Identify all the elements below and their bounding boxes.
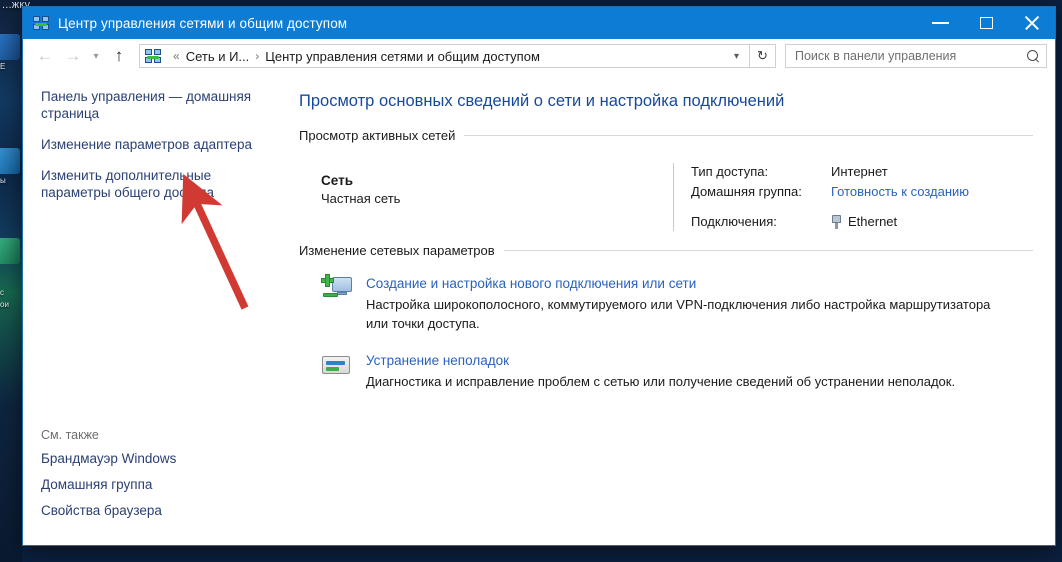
see-also-section: См. также Брандмауэр Windows Домашняя гр… xyxy=(41,428,275,545)
back-button[interactable]: ← xyxy=(31,42,59,70)
back-arrow-icon: ← xyxy=(36,46,54,65)
active-networks-label: Просмотр активных сетей xyxy=(299,128,456,143)
change-settings-header: Изменение сетевых параметров xyxy=(299,243,1033,258)
access-type-value: Интернет xyxy=(831,164,888,179)
minimize-icon xyxy=(931,22,949,24)
chevron-down-icon[interactable]: ▾ xyxy=(724,51,749,62)
close-button[interactable] xyxy=(1009,7,1055,39)
network-sharing-icon xyxy=(145,48,161,64)
task-new-connection[interactable]: Создание и настройка нового подключения … xyxy=(321,274,1033,333)
desktop-icon[interactable] xyxy=(0,238,20,264)
troubleshoot-icon xyxy=(321,351,353,381)
address-bar[interactable]: « Сеть и И... › Центр управления сетями … xyxy=(139,44,750,68)
active-networks-header: Просмотр активных сетей xyxy=(299,128,1033,143)
sidebar-item-change-advanced-sharing-settings[interactable]: Изменить дополнительные параметры общего… xyxy=(41,167,256,201)
page-title: Просмотр основных сведений о сети и наст… xyxy=(299,92,785,110)
see-also-item-windows-firewall[interactable]: Брандмауэр Windows xyxy=(41,451,275,467)
task-new-connection-link[interactable]: Создание и настройка нового подключения … xyxy=(366,276,696,291)
breadcrumb-parent[interactable]: Сеть и И... xyxy=(186,49,250,64)
forward-arrow-icon: → xyxy=(64,46,82,65)
close-icon xyxy=(1024,15,1040,31)
task-troubleshoot-description: Диагностика и исправление проблем с сеть… xyxy=(366,374,956,389)
sidebar-item-control-panel-home[interactable]: Панель управления — домашняя страница xyxy=(41,88,256,122)
network-name: Сеть xyxy=(321,173,353,188)
details-row-gap xyxy=(691,203,1033,211)
network-sharing-icon xyxy=(33,15,49,31)
see-also-item-internet-options[interactable]: Свойства браузера xyxy=(41,503,275,519)
window-titlebar[interactable]: Центр управления сетями и общим доступом xyxy=(23,7,1055,39)
refresh-button[interactable]: ↻ xyxy=(750,44,776,68)
window-title: Центр управления сетями и общим доступом xyxy=(58,15,348,31)
task-troubleshoot-link[interactable]: Устранение неполадок xyxy=(366,353,509,368)
search-icon[interactable] xyxy=(1027,49,1040,63)
connections-label: Подключения: xyxy=(691,214,777,229)
control-panel-window: Центр управления сетями и общим доступом… xyxy=(22,6,1056,546)
search-box[interactable] xyxy=(785,44,1047,68)
ethernet-link[interactable]: Ethernet xyxy=(848,213,897,231)
chevron-down-icon: ▾ xyxy=(93,50,99,62)
refresh-icon: ↻ xyxy=(757,48,768,63)
change-settings-label: Изменение сетевых параметров xyxy=(299,243,495,258)
desktop-icon[interactable] xyxy=(0,148,20,174)
ethernet-icon xyxy=(831,215,842,229)
desktop-icon-label: ы xyxy=(0,176,6,185)
maximize-button[interactable] xyxy=(963,7,1009,39)
homegroup-label: Домашняя группа: xyxy=(691,184,802,199)
access-type-label: Тип доступа: xyxy=(691,164,769,179)
section-divider xyxy=(464,135,1033,136)
connections-value: Ethernet xyxy=(831,213,1033,231)
new-connection-icon xyxy=(321,274,353,304)
window-body: Панель управления — домашняя страница Из… xyxy=(23,74,1055,545)
desktop-icon-label: ои xyxy=(0,300,9,309)
breadcrumb-prefix: « xyxy=(173,49,180,63)
breadcrumb-separator[interactable]: › xyxy=(255,49,259,63)
desktop-icon-label: c xyxy=(0,288,4,297)
minimize-button[interactable] xyxy=(917,7,963,39)
see-also-title: См. также xyxy=(41,428,99,442)
task-new-connection-text: Создание и настройка нового подключения … xyxy=(366,274,1033,333)
breadcrumb-current[interactable]: Центр управления сетями и общим доступом xyxy=(265,49,540,64)
active-networks-panel: Сеть Частная сеть Тип доступа: Интернет … xyxy=(299,149,1033,243)
up-arrow-icon: ↑ xyxy=(114,46,124,65)
network-details: Тип доступа: Интернет Домашняя группа: Г… xyxy=(673,163,1033,231)
desktop-icon[interactable] xyxy=(0,34,20,60)
see-also-item-homegroup[interactable]: Домашняя группа xyxy=(41,477,275,493)
navigation-bar: ← → ▾ ↑ « Сеть и И... › Центр управления… xyxy=(23,39,1055,74)
task-troubleshoot[interactable]: Устранение неполадок Диагностика и испра… xyxy=(321,351,1033,391)
network-identity[interactable]: Сеть Частная сеть xyxy=(321,163,673,231)
maximize-icon xyxy=(979,17,993,29)
forward-button[interactable]: → xyxy=(59,42,87,70)
desktop-icon-label: E xyxy=(0,62,6,71)
sidebar-item-change-adapter-settings[interactable]: Изменение параметров адаптера xyxy=(41,136,256,153)
up-button[interactable]: ↑ xyxy=(105,42,133,70)
sidebar: Панель управления — домашняя страница Из… xyxy=(23,74,291,545)
recent-locations-button[interactable]: ▾ xyxy=(87,42,105,70)
task-new-connection-description: Настройка широкополосного, коммутируемог… xyxy=(366,297,991,331)
homegroup-value-link[interactable]: Готовность к созданию xyxy=(831,183,1033,201)
section-divider xyxy=(503,250,1033,251)
main-content: Просмотр основных сведений о сети и наст… xyxy=(291,74,1055,545)
search-input[interactable] xyxy=(795,49,1023,63)
desktop-left-strip: E ы c ои xyxy=(0,0,22,562)
task-troubleshoot-text: Устранение неполадок Диагностика и испра… xyxy=(366,351,1033,391)
network-type: Частная сеть xyxy=(321,191,401,206)
window-controls xyxy=(917,7,1055,39)
change-settings-panel: Создание и настройка нового подключения … xyxy=(299,264,1033,391)
